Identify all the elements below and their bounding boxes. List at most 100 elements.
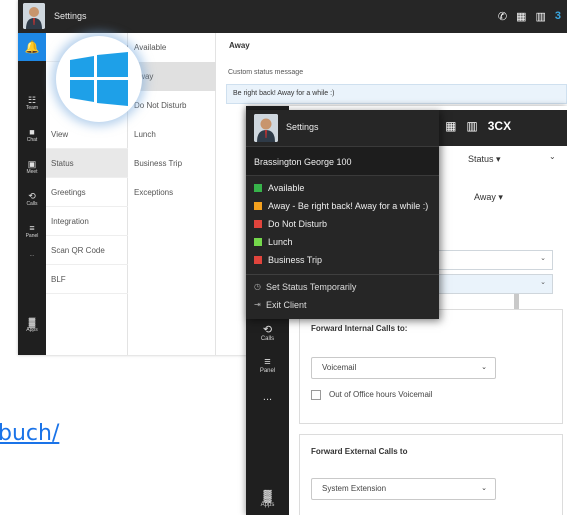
select-value: System Extension [322, 484, 387, 493]
caret-down-icon: ▾ [496, 154, 501, 164]
away-dropdown-label: Away [474, 192, 496, 202]
chevron-down-icon: ⌄ [540, 255, 546, 262]
status-dot-icon [254, 220, 262, 228]
notifications-bell-icon[interactable]: 🔔 [18, 33, 46, 61]
status-dropdown[interactable]: Status ▾ [468, 154, 501, 165]
select-value: Voicemail [322, 363, 357, 372]
forward-external-heading: Forward External Calls to [311, 447, 408, 456]
status-item-lunch[interactable]: Lunch [128, 120, 216, 149]
settings-menu-item-scan-qr[interactable]: Scan QR Code [46, 236, 128, 265]
window-title: Settings [54, 11, 87, 21]
chevron-down-icon[interactable]: ⌄ [549, 152, 556, 161]
set-status-temporarily[interactable]: ◷ Set Status Temporarily [254, 279, 356, 295]
rail-label: Meet [26, 169, 38, 175]
user-name: Brassington George 100 [246, 146, 439, 176]
screenshot-stage: Settings ✆ ▦ ▥ 3 🔔 ☷ Team ■ Chat ▣ Meet ⟲ Ca… [0, 0, 567, 515]
away-dropdown[interactable]: Away ▾ [474, 192, 503, 203]
rail-more[interactable]: ... [18, 252, 46, 258]
status-dropdown-menu: Settings Brassington George 100 Availabl… [246, 110, 439, 319]
status-item-dnd[interactable]: Do Not Disturb [128, 91, 216, 120]
rail-calls[interactable]: ⟲ Calls [18, 191, 46, 207]
rail-label: Team [25, 105, 39, 111]
status-option-available[interactable]: Available [254, 180, 304, 196]
menu-divider [246, 274, 439, 275]
custom-status-input[interactable]: Be right back! Away for a while :) [226, 84, 567, 104]
more-icon: ... [262, 391, 273, 403]
rail-meet[interactable]: ▣ Meet [18, 159, 46, 175]
exit-icon: ⇥ [254, 300, 261, 309]
panel-icon: ≡ [264, 356, 271, 368]
status-option-label: Lunch [268, 237, 293, 247]
rail-apps[interactable]: ▓ Apps [246, 490, 289, 509]
calls-icon: ⟲ [262, 324, 273, 336]
background-select-field[interactable]: ⌄ [437, 250, 553, 270]
brand-text: 3CX [487, 119, 512, 133]
calls-icon: ⟲ [28, 191, 36, 201]
status-item-available[interactable]: Available [128, 33, 216, 62]
out-of-office-label: Out of Office hours Voicemail [329, 390, 433, 399]
people-icon: ☷ [27, 95, 37, 105]
rail-label: Chat [26, 137, 38, 143]
rail-label: Apps [26, 327, 38, 333]
caret-down-icon: ▾ [498, 192, 503, 202]
rail-calls[interactable]: ⟲ Calls [246, 324, 289, 343]
grid-icon[interactable]: ▦ [516, 10, 526, 23]
status-dot-icon [254, 238, 262, 246]
panel-icon: ≡ [29, 223, 35, 233]
forward-external-select[interactable]: System Extension ⌄ [311, 478, 496, 500]
chat-icon: ■ [29, 127, 35, 137]
settings-menu-item-blf[interactable]: BLF [46, 265, 128, 294]
brand-logo-fragment: 3 [554, 10, 561, 22]
rail-apps[interactable]: ▓ Apps [18, 317, 46, 333]
desktop-titlebar: Settings ✆ ▦ ▥ 3 [18, 0, 567, 33]
avatar[interactable] [23, 3, 45, 29]
apps-icon: ▓ [263, 490, 272, 502]
exit-client[interactable]: ⇥ Exit Client [254, 297, 307, 313]
status-dropdown-label: Status [468, 154, 494, 164]
status-item-exceptions[interactable]: Exceptions [128, 178, 216, 207]
rail-more[interactable]: ... [246, 391, 289, 403]
status-option-business-trip[interactable]: Business Trip [254, 252, 322, 268]
clock-icon: ◷ [254, 282, 261, 291]
background-input-field[interactable]: ⌄ [437, 274, 553, 294]
status-dot-icon [254, 256, 262, 264]
status-option-away[interactable]: Away - Be right back! Away for a while :… [254, 198, 428, 214]
chevron-down-icon: ⌄ [481, 364, 487, 371]
rail-chat[interactable]: ■ Chat [18, 127, 46, 143]
book-icon[interactable]: ▥ [535, 10, 545, 23]
status-dot-icon [254, 202, 262, 210]
rail-label: Apps [260, 502, 275, 508]
url-link-fragment[interactable]: buch/ [0, 421, 59, 446]
rail-panel[interactable]: ≡ Panel [18, 223, 46, 239]
status-option-label: Business Trip [268, 255, 323, 265]
rail-label: Panel [25, 233, 39, 239]
avatar[interactable] [254, 114, 278, 142]
settings-menu-item-status[interactable]: Status [46, 149, 128, 178]
status-option-label: Do Not Disturb [268, 219, 328, 229]
out-of-office-checkbox[interactable] [311, 390, 321, 400]
status-option-dnd[interactable]: Do Not Disturb [254, 216, 327, 232]
rail-team[interactable]: ☷ Team [18, 95, 46, 111]
rail-label: Calls [260, 336, 275, 342]
settings-menu-item-greetings[interactable]: Greetings [46, 178, 128, 207]
action-label: Exit Client [266, 300, 307, 310]
phone-icon[interactable]: ✆ [498, 10, 507, 23]
chevron-down-icon: ⌄ [481, 485, 487, 492]
custom-status-label: Custom status message [228, 69, 304, 76]
settings-menu-item-integration[interactable]: Integration [46, 207, 128, 236]
rail-panel[interactable]: ≡ Panel [246, 356, 289, 375]
forward-internal-select[interactable]: Voicemail ⌄ [311, 357, 496, 379]
settings-menu-item-view[interactable]: View [46, 120, 128, 149]
forward-internal-card: Forward Internal Calls to: Voicemail ⌄ Ou… [299, 309, 563, 424]
status-option-lunch[interactable]: Lunch [254, 234, 293, 250]
book-icon[interactable]: ▥ [466, 119, 477, 133]
detail-heading: Away [229, 41, 250, 50]
menu-header: Settings [246, 110, 439, 146]
mobile-titlebar-right: ✆ ▦ ▥ 3CX [425, 110, 567, 146]
desktop-nav-rail: 🔔 ☷ Team ■ Chat ▣ Meet ⟲ Calls ≡ Panel ... ▓ A… [18, 33, 46, 355]
status-option-label: Available [268, 183, 305, 193]
rail-label: Calls [26, 201, 38, 207]
forward-external-card: Forward External Calls to System Extensi… [299, 434, 563, 515]
status-item-business-trip[interactable]: Business Trip [128, 149, 216, 178]
grid-icon[interactable]: ▦ [445, 119, 456, 133]
